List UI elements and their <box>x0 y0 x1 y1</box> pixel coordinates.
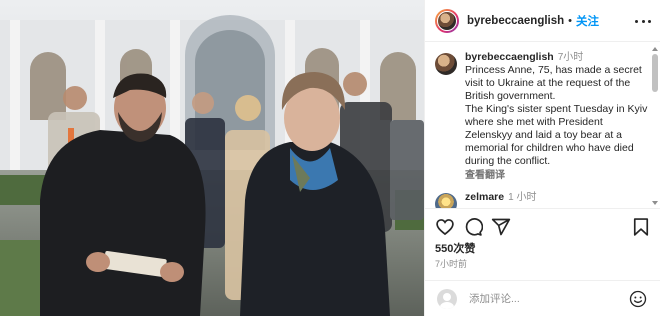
see-translation-link[interactable]: 查看翻译 <box>465 169 649 182</box>
comment-time: 1 小时 <box>508 192 537 203</box>
post-photo[interactable] <box>0 0 424 316</box>
more-options-icon[interactable] <box>635 13 651 29</box>
send-icon[interactable] <box>491 217 511 237</box>
add-comment-bar: 添加评论... <box>425 280 660 316</box>
comment-icon[interactable] <box>463 217 483 237</box>
scroll-thumb[interactable] <box>652 54 658 92</box>
caption-author-avatar[interactable] <box>435 53 457 75</box>
commenter-avatar[interactable] <box>435 193 457 208</box>
author-username[interactable]: byrebeccaenglish <box>467 15 564 27</box>
header-separator: • <box>568 14 573 27</box>
emoji-icon[interactable] <box>629 290 647 308</box>
caption-text: Princess Anne, 75, has made a secret vis… <box>465 64 648 167</box>
likes-count[interactable]: 550次赞 <box>435 240 475 256</box>
post-timestamp[interactable]: 7小时前 <box>435 257 467 270</box>
post-photo-image <box>0 0 424 316</box>
author-avatar[interactable] <box>435 8 459 33</box>
caption-time: 7小时 <box>557 52 584 63</box>
comments-scrollbar[interactable] <box>652 46 658 206</box>
add-comment-input[interactable]: 添加评论... <box>469 291 520 306</box>
post-actions-bar <box>425 208 660 242</box>
scroll-down-arrow-icon[interactable] <box>652 200 658 206</box>
caption-author-username[interactable]: byrebeccaenglish <box>465 51 554 63</box>
post-header: byrebeccaenglish • 关注 <box>425 0 660 42</box>
scroll-up-arrow-icon[interactable] <box>652 46 658 52</box>
bookmark-icon[interactable] <box>631 217 651 237</box>
caption-comment: byrebeccaenglish 7小时 Princess Anne, 75, h… <box>435 51 649 182</box>
follow-button[interactable]: 关注 <box>576 13 599 29</box>
current-user-avatar <box>437 288 457 309</box>
post-side-panel: byrebeccaenglish • 关注 byrebeccaenglish 7小… <box>424 0 660 316</box>
commenter-username[interactable]: zelmare <box>465 191 504 203</box>
heart-icon[interactable] <box>435 217 455 237</box>
comments-list[interactable]: byrebeccaenglish 7小时 Princess Anne, 75, h… <box>425 43 651 208</box>
comment-item: zelmare 1 小时 <box>435 191 649 208</box>
